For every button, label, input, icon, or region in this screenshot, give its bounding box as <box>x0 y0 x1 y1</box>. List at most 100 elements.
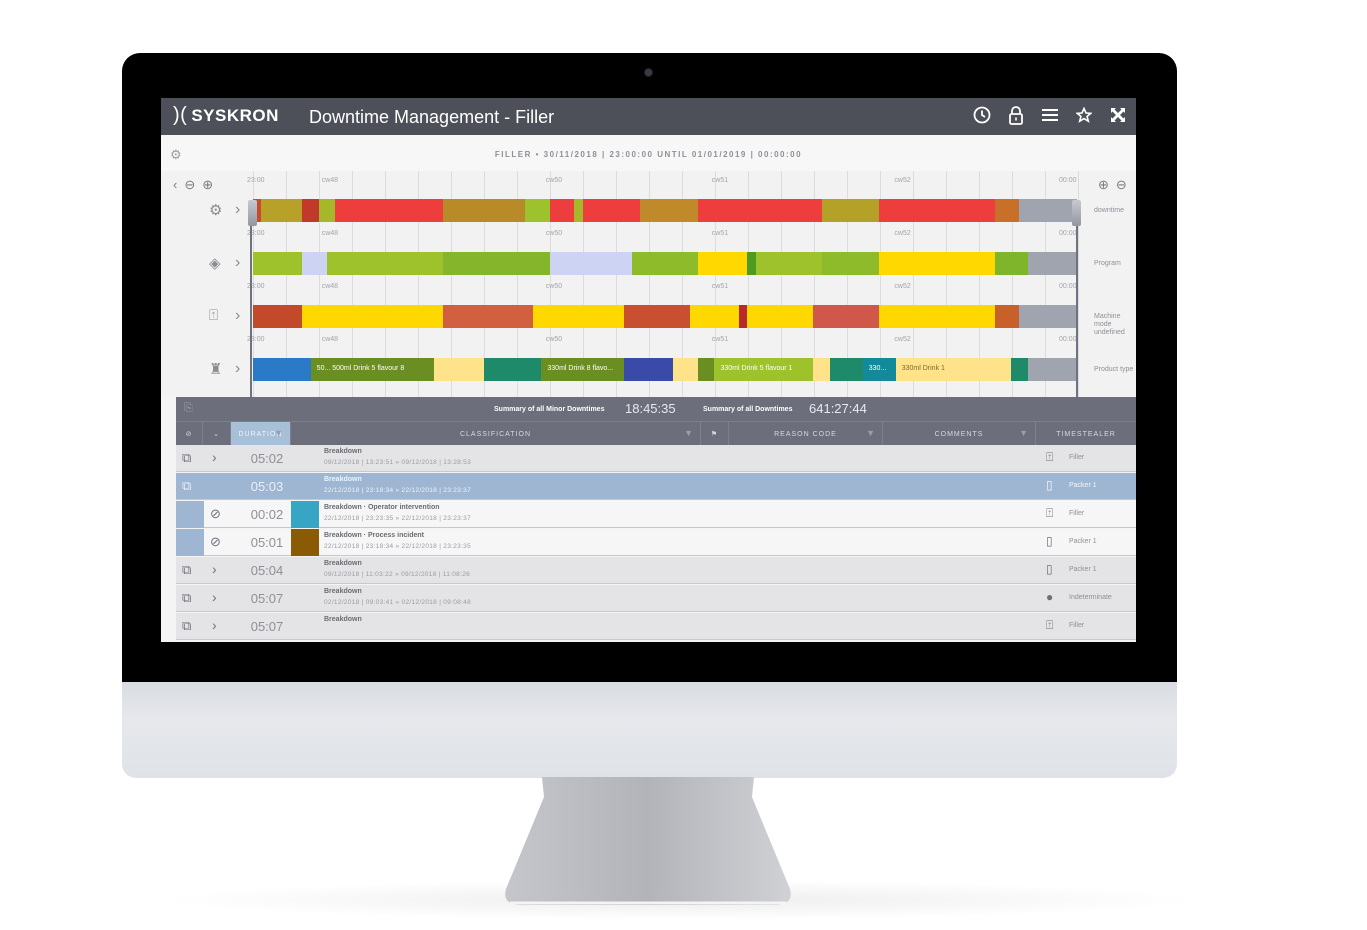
expand-chevron-icon[interactable]: › <box>212 561 217 577</box>
timeline-segment[interactable] <box>1019 305 1077 328</box>
timeline-segment[interactable] <box>879 199 995 222</box>
timeline-segment[interactable] <box>623 305 690 328</box>
lock-icon[interactable] <box>1006 104 1026 126</box>
expand-chevron-icon[interactable]: › <box>235 360 240 378</box>
timeline-segment[interactable] <box>821 199 880 222</box>
classify-icon[interactable]: ⊘ <box>210 534 221 550</box>
timeline-segment[interactable] <box>549 199 575 222</box>
linked-events-icon[interactable]: ⧉ <box>182 450 191 466</box>
timeline-segment[interactable] <box>434 358 484 381</box>
filter-icon[interactable]: ▼ <box>684 428 694 438</box>
timeline-grid[interactable]: 23:00 cw48 cw50 cw51 cw52 00:00 23:00 cw48 cw50 c… <box>247 171 1079 397</box>
linked-events-icon[interactable]: ⧉ <box>182 478 191 494</box>
star-icon[interactable] <box>1074 104 1094 126</box>
timeline-segment[interactable] <box>253 252 303 275</box>
table-row[interactable]: ⧉ › 05:04 Breakdown 09/12/2018 | 11:03:22 » … <box>176 557 1136 584</box>
link-column-icon[interactable]: ⊘ <box>176 422 203 446</box>
column-duration[interactable]: DURATION ▼ <box>231 422 291 446</box>
table-row[interactable]: ⧉ 05:03 Breakdown 22/12/2018 | 23:18:34 » 2… <box>176 473 1136 500</box>
export-icon[interactable]: ⎘ <box>184 402 193 415</box>
timeline-segment[interactable] <box>302 305 443 328</box>
timeline-segment[interactable] <box>574 199 583 222</box>
timeline-segment[interactable] <box>697 252 748 275</box>
menu-icon[interactable] <box>1040 104 1060 126</box>
filter-icon[interactable]: ▼ <box>274 428 284 438</box>
table-row[interactable]: ⧉ › 05:02 Breakdown 09/12/2018 | 13:23:51 » … <box>176 445 1136 472</box>
timeline-segment[interactable] <box>994 305 1020 328</box>
timeline-segment[interactable] <box>318 199 336 222</box>
zoom-in-icon[interactable]: ⊕ <box>202 177 213 193</box>
classify-icon[interactable]: ⊘ <box>210 506 221 522</box>
timeline-segment[interactable] <box>747 305 814 328</box>
expand-all-icon[interactable]: ⌄ <box>203 422 231 446</box>
timeline-segment[interactable] <box>327 252 443 275</box>
table-row[interactable]: ⧉ › 05:07 Breakdown 02/12/2018 | 09:03:41 » … <box>176 585 1136 612</box>
fullscreen-icon[interactable] <box>1108 104 1128 126</box>
timeline-segment[interactable] <box>253 305 303 328</box>
clock-icon[interactable] <box>972 104 992 126</box>
filter-icon[interactable]: ▼ <box>1019 428 1029 438</box>
zoom-out-icon[interactable]: ⊖ <box>184 177 195 193</box>
timeline-segment[interactable] <box>689 305 740 328</box>
timeline-segment[interactable] <box>747 252 756 275</box>
timeline-bar-product-type[interactable]: 50... 500ml Drink 5 flavour 8 330ml Drink… <box>253 358 1077 381</box>
range-end-line[interactable] <box>1076 205 1078 397</box>
flag-icon[interactable]: ⚑ <box>701 422 729 446</box>
column-classification[interactable]: CLASSIFICATION ▼ <box>291 422 701 446</box>
range-start-line[interactable] <box>250 205 252 397</box>
timeline-segment[interactable] <box>442 305 534 328</box>
timeline-segment[interactable] <box>1019 199 1077 222</box>
expand-chevron-icon[interactable]: › <box>212 617 217 633</box>
timeline-segment[interactable] <box>549 252 633 275</box>
timeline-segment[interactable] <box>1027 252 1077 275</box>
timeline-segment[interactable] <box>879 305 995 328</box>
timeline-bar-machine-mode-undefined[interactable] <box>253 305 1077 328</box>
timeline-segment[interactable] <box>632 252 698 275</box>
timeline-segment[interactable] <box>813 358 830 381</box>
expand-chevron-icon[interactable]: › <box>235 254 240 272</box>
timeline-segment[interactable] <box>1011 358 1028 381</box>
range-start-handle[interactable] <box>248 200 257 226</box>
timeline-segment[interactable] <box>442 199 525 222</box>
column-comments[interactable]: COMMENTS ▼ <box>883 422 1036 446</box>
timeline-segment[interactable] <box>261 199 303 222</box>
filter-icon[interactable]: ▼ <box>866 428 876 438</box>
bottle-icon[interactable]: ♜ <box>209 360 222 378</box>
timeline-segment[interactable] <box>673 358 698 381</box>
timeline-segment[interactable] <box>302 252 328 275</box>
linked-events-icon[interactable]: ⧉ <box>182 562 191 578</box>
linked-events-icon[interactable]: ⧉ <box>182 590 191 606</box>
program-icon[interactable]: ◈ <box>209 254 221 272</box>
timeline-segment[interactable] <box>813 305 880 328</box>
timeline-segment[interactable] <box>739 305 748 328</box>
expand-chevron-icon[interactable]: › <box>212 449 217 465</box>
timeline-segment[interactable] <box>994 252 1028 275</box>
timeline-segment[interactable] <box>994 199 1020 222</box>
timeline-segment[interactable] <box>623 358 674 381</box>
column-reason-code[interactable]: REASON CODE ▼ <box>729 422 883 446</box>
expand-chevron-icon[interactable]: › <box>235 307 240 325</box>
machine-mode-icon[interactable]: ⍐ <box>209 307 218 324</box>
timeline-segment[interactable] <box>483 358 542 381</box>
timeline-segment[interactable] <box>335 199 443 222</box>
timeline-segment[interactable] <box>582 199 641 222</box>
timeline-segment[interactable] <box>821 252 880 275</box>
linked-events-icon[interactable]: ⧉ <box>182 618 191 634</box>
expand-chevron-icon[interactable]: › <box>212 589 217 605</box>
timeline-segment[interactable] <box>253 358 311 381</box>
timeline-segment[interactable] <box>302 199 319 222</box>
timeline-segment[interactable] <box>640 199 698 222</box>
table-row[interactable]: ⧉ › 05:07 Breakdown ⍐ Filler <box>176 613 1136 640</box>
timeline-segment[interactable] <box>879 252 995 275</box>
timeline-segment[interactable] <box>1027 358 1077 381</box>
timeline-segment[interactable] <box>697 358 715 381</box>
zoom-in-icon[interactable]: ⊕ <box>1098 177 1109 193</box>
timeline-bar-program[interactable] <box>253 252 1077 275</box>
prev-icon[interactable]: ‹ <box>173 177 177 193</box>
timeline-segment[interactable] <box>533 305 624 328</box>
timeline-segment[interactable] <box>755 252 822 275</box>
expand-chevron-icon[interactable]: › <box>235 201 240 219</box>
range-end-handle[interactable] <box>1072 200 1081 226</box>
timeline-bar-downtime[interactable] <box>253 199 1077 222</box>
timeline-segment[interactable] <box>524 199 550 222</box>
